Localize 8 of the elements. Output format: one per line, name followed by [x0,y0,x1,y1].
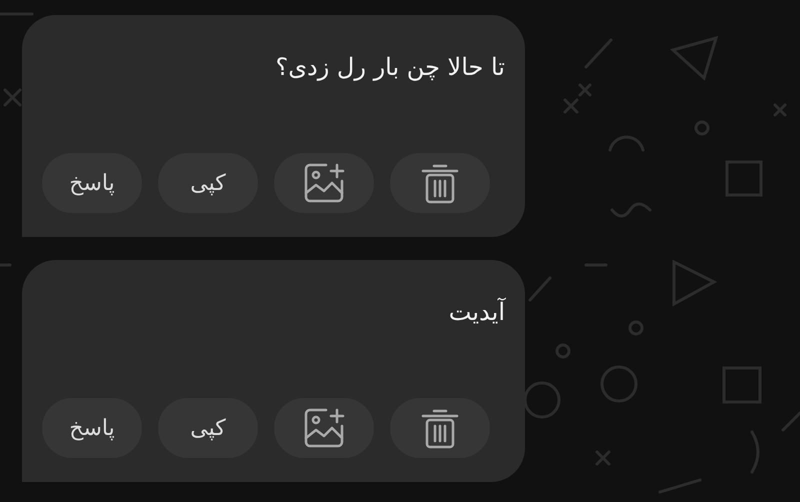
reply-button[interactable]: پاسخ [42,398,142,458]
message-text: تا حالا چن بار رل زدی؟ [276,52,505,83]
message-text: آیدیت [448,296,505,328]
add-image-icon [302,161,346,205]
add-image-icon [302,406,346,450]
copy-button[interactable]: کپی [158,153,258,213]
copy-button[interactable]: کپی [158,398,258,458]
reply-button[interactable]: پاسخ [42,153,142,213]
